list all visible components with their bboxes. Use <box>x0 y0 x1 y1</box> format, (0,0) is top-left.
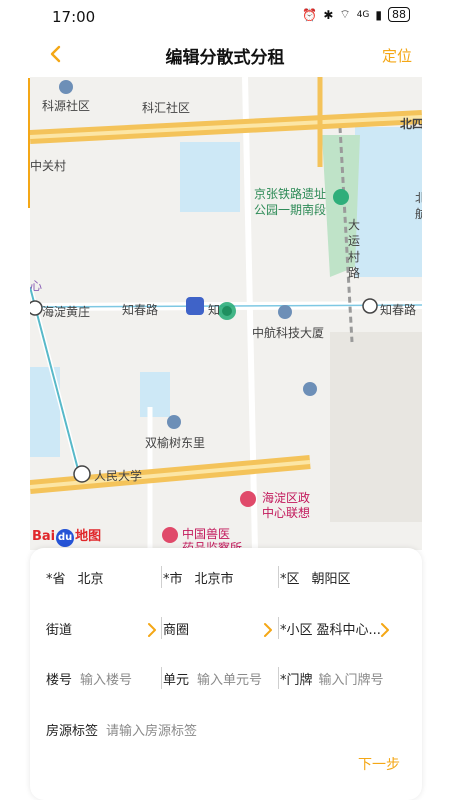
divider <box>161 667 162 689</box>
map-label: 知春路 <box>122 303 159 317</box>
city-label: *市 <box>163 572 183 587</box>
street-label: 街道 <box>46 623 73 638</box>
logo-text: 地图 <box>75 529 102 544</box>
map-label: 大运村路 <box>348 218 361 280</box>
chevron-right-icon[interactable] <box>145 621 159 639</box>
locate-button[interactable]: 定位 <box>382 45 412 66</box>
battery-indicator: 88 <box>388 7 410 22</box>
chevron-right-icon[interactable] <box>378 621 392 639</box>
map-label: 中航科技大厦 <box>252 326 325 340</box>
map-label: 公园一期南段 <box>254 203 327 217</box>
divider <box>161 566 162 588</box>
government-poi-icon <box>240 491 256 507</box>
city-field[interactable]: *市 北京市 <box>163 568 234 587</box>
logo-text: Bai <box>32 529 56 544</box>
park-poi-icon <box>333 189 349 205</box>
district-value: 朝阳区 <box>311 572 351 587</box>
location-marker-core <box>222 306 232 316</box>
unit-label: 单元 <box>163 673 190 688</box>
map-label: 知春路 <box>380 303 417 317</box>
signal-label: 4G <box>356 9 370 20</box>
divider <box>278 617 279 639</box>
interchange-icon <box>73 465 91 483</box>
door-field[interactable]: *门牌 输入门牌号 <box>280 669 384 688</box>
header-bar: 编辑分散式分租 定位 <box>0 34 450 76</box>
divider <box>161 617 162 639</box>
interchange-icon <box>362 298 378 314</box>
divider <box>278 667 279 689</box>
district-field[interactable]: *区 朝阳区 <box>280 568 351 587</box>
alarm-icon: ⏰ <box>302 7 318 22</box>
water-area <box>180 142 240 212</box>
map-label: 北 <box>415 191 422 205</box>
tag-input[interactable]: 请输入房源标签 <box>106 720 197 739</box>
building-poi-icon <box>278 305 292 319</box>
road <box>242 77 258 550</box>
street-field[interactable]: 街道 <box>46 619 84 638</box>
building-input[interactable]: 输入楼号 <box>80 669 132 688</box>
building-label: 楼号 <box>46 673 73 688</box>
poi-icon <box>59 80 73 94</box>
poi-icon <box>303 382 317 396</box>
tag-field[interactable]: 房源标签 请输入房源标签 <box>46 720 197 739</box>
divider <box>278 566 279 588</box>
map-label: 北四 <box>400 117 422 131</box>
map-view[interactable]: 科源社区 科汇社区 北四 中关村 京张铁路遗址 公园一期南段 北 航 大运村路 … <box>30 77 422 550</box>
unit-input[interactable]: 输入单元号 <box>197 669 262 688</box>
block-area <box>330 332 422 522</box>
status-icons: ⏰ ✱ ⌔ 4G ▮ 88 <box>302 7 410 22</box>
chevron-right-icon[interactable] <box>261 621 275 639</box>
community-value: 盈科中心... <box>316 623 381 638</box>
map-label: 中关村 <box>30 159 67 173</box>
city-value: 北京市 <box>194 572 234 587</box>
community-label: *小区 <box>280 623 313 638</box>
expressway-center <box>30 460 311 489</box>
poi-icon <box>167 415 181 429</box>
baidu-map-logo: Bai du 地图 <box>32 525 101 547</box>
map-label: 知 <box>208 303 221 317</box>
wifi-icon: ⌔ <box>339 7 351 21</box>
water-area <box>355 127 422 277</box>
business-circle-label: 商圈 <box>163 623 190 638</box>
logo-paw: du <box>56 529 75 547</box>
community-field[interactable]: *小区 盈科中心... <box>280 619 381 638</box>
district-label: *区 <box>280 572 300 587</box>
map-label: 航 <box>415 207 422 221</box>
map-label: 科源社区 <box>42 99 91 113</box>
tag-label: 房源标签 <box>46 724 99 739</box>
bluetooth-icon: ✱ <box>323 7 334 22</box>
map-label: 海淀黄庄 <box>42 305 91 319</box>
metro-station-icon <box>186 297 204 315</box>
province-field[interactable]: *省 北京 <box>46 568 104 587</box>
province-value: 北京 <box>77 572 104 587</box>
status-bar: 17:00 ⏰ ✱ ⌔ 4G ▮ 88 <box>0 0 450 34</box>
map-label: 中心联想 <box>262 506 311 520</box>
door-input[interactable]: 输入门牌号 <box>319 669 384 688</box>
address-form-panel: *省 北京 *市 北京市 *区 朝阳区 街道 商圈 *小区 盈科中心... 楼号… <box>30 548 422 800</box>
map-label: 科汇社区 <box>142 101 191 115</box>
interchange-icon <box>30 300 43 316</box>
building-field[interactable]: 楼号 输入楼号 <box>46 669 132 688</box>
next-step-button[interactable]: 下一步 <box>358 754 400 774</box>
map-label: 京张铁路遗址 <box>254 187 327 201</box>
door-label: *门牌 <box>280 673 313 688</box>
province-label: *省 <box>46 572 66 587</box>
map-label: 心 <box>30 279 43 293</box>
unit-field[interactable]: 单元 输入单元号 <box>163 669 262 688</box>
map-label: 人民大学 <box>94 469 143 483</box>
government-poi-icon <box>162 527 178 543</box>
water-area <box>140 372 170 417</box>
signal-icon: ▮ <box>375 7 382 22</box>
status-time: 17:00 <box>52 8 96 26</box>
map-label: 双榆树东里 <box>145 436 206 450</box>
business-circle-field[interactable]: 商圈 <box>163 619 201 638</box>
